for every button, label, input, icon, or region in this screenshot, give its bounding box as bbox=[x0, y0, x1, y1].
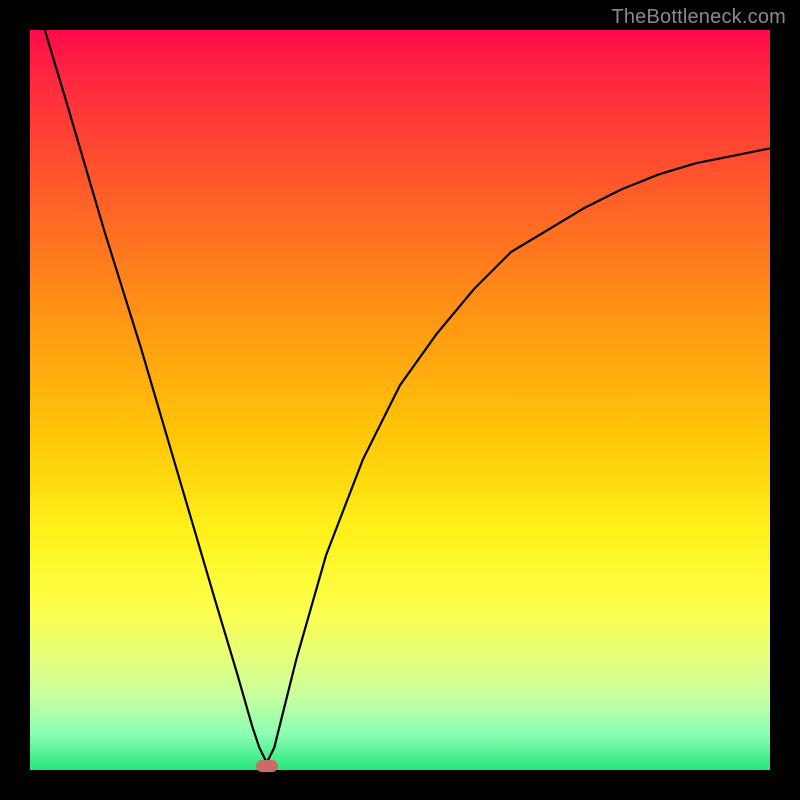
optimum-marker bbox=[256, 760, 278, 772]
watermark-text: TheBottleneck.com bbox=[611, 6, 786, 29]
plot-area bbox=[30, 30, 770, 770]
chart-container: TheBottleneck.com bbox=[0, 0, 800, 800]
curve-svg bbox=[30, 30, 770, 770]
bottleneck-curve bbox=[45, 30, 770, 763]
